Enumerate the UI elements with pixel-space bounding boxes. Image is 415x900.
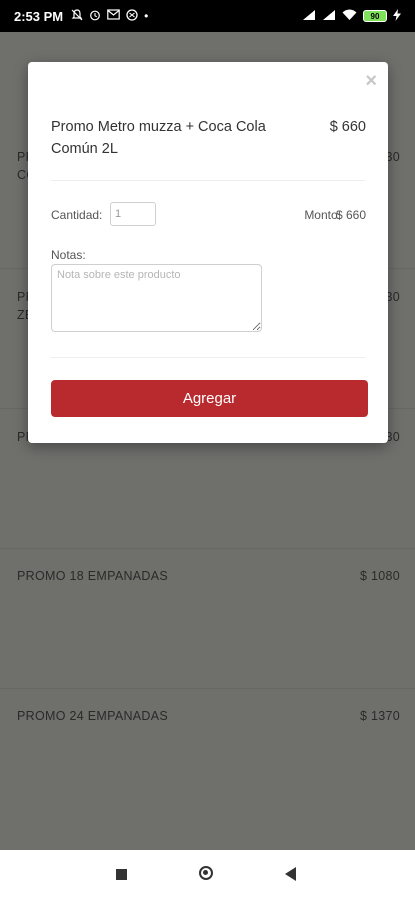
list-item-price: $ 1370: [359, 709, 400, 723]
product-price: $ 660: [329, 119, 366, 135]
quantity-input[interactable]: [110, 202, 156, 226]
notes-textarea[interactable]: [51, 264, 262, 332]
mute-icon: [71, 8, 83, 24]
modal-divider: [51, 180, 365, 181]
alarm-icon: [89, 9, 101, 24]
status-bar: 2:53 PM • 90: [0, 0, 415, 32]
back-icon[interactable]: [285, 867, 296, 881]
quantity-label: Cantidad:: [51, 208, 103, 222]
vpn-icon: [126, 8, 138, 24]
signal-icon: [302, 9, 316, 24]
home-icon[interactable]: [199, 866, 213, 880]
status-icons-right: 90: [302, 8, 401, 24]
wifi-icon: [342, 9, 357, 24]
notes-label: Notas:: [51, 248, 86, 262]
gmail-icon: [107, 9, 120, 23]
list-item-name: PROMO 18 EMPANADAS: [17, 569, 169, 583]
close-icon[interactable]: ×: [365, 71, 377, 91]
dot-icon: •: [144, 9, 149, 23]
add-product-modal: × Promo Metro muzza + Coca Cola Común 2L…: [28, 62, 388, 443]
charging-icon: [393, 8, 401, 24]
modal-divider: [51, 357, 365, 358]
list-item-price: $ 1080: [359, 569, 400, 583]
list-divider: [0, 548, 415, 549]
status-icons-left: •: [71, 8, 149, 24]
list-item-name: PROMO 24 EMPANADAS: [17, 709, 169, 723]
add-button[interactable]: Agregar: [51, 380, 368, 417]
status-time: 2:53 PM: [14, 8, 64, 24]
list-divider: [0, 688, 415, 689]
battery-icon: 90: [363, 10, 387, 22]
navigation-bar: [0, 850, 415, 900]
monto-value: $ 660: [335, 208, 366, 222]
product-name: Promo Metro muzza + Coca Cola Común 2L: [51, 119, 266, 157]
recent-apps-icon[interactable]: [116, 869, 127, 880]
signal-icon: [322, 9, 336, 24]
